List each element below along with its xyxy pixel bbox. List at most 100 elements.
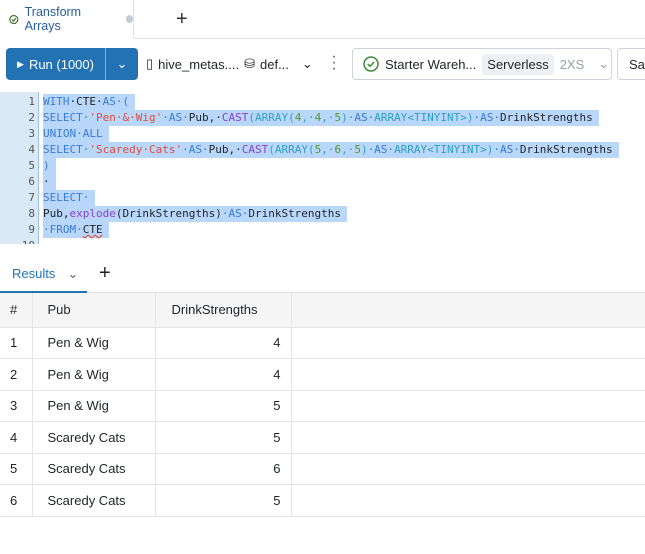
- results-table: # Pub DrinkStrengths 1 Pen & Wig 4 2 Pen & W…: [0, 293, 645, 517]
- tab-results[interactable]: Results ⌄: [0, 256, 87, 293]
- schema-name: def...: [260, 56, 289, 72]
- cell-filler: [291, 327, 645, 359]
- catalog-name: hive_metas....: [158, 56, 240, 72]
- code-token: ·: [43, 175, 50, 188]
- line-number: 3: [28, 127, 35, 140]
- column-header-drinkstrengths[interactable]: DrinkStrengths: [155, 293, 292, 328]
- check-circle-icon: [363, 56, 379, 72]
- code-token: ·FROM·: [43, 223, 83, 236]
- chevron-down-icon: ⌄: [301, 56, 313, 71]
- code-text: Pub,explode(DrinkStrengths)·AS·DrinkStre…: [43, 206, 348, 222]
- catalog-schema-selector[interactable]: ▯ hive_metas.... ⛁ def... ⌄: [146, 56, 313, 72]
- code-token: ·AS·: [473, 111, 501, 124]
- code-token: ): [43, 159, 50, 172]
- code-token: SELECT·: [43, 143, 90, 156]
- table-header-row: # Pub DrinkStrengths: [0, 293, 645, 328]
- code-text: SELECT·'Pen·&·Wig'·AS·Pub,·CAST(ARRAY(4,…: [43, 110, 599, 126]
- code-text: SELECT·: [43, 190, 96, 206]
- code-token: 'Pen·&·Wig': [89, 111, 163, 124]
- cell-drinkstrengths: 6: [155, 453, 292, 485]
- code-token: ·AS·: [182, 143, 209, 156]
- run-dropdown-button[interactable]: ⌄: [106, 56, 138, 72]
- row-index: 5: [0, 453, 33, 485]
- cell-drinkstrengths: 4: [155, 358, 292, 391]
- column-header-index[interactable]: #: [0, 293, 33, 328]
- code-token: SELECT·: [43, 111, 90, 124]
- table-row[interactable]: 3 Pen & Wig 5: [0, 390, 645, 422]
- new-tab-button[interactable]: +: [176, 8, 188, 31]
- code-token: ·AS·: [162, 111, 189, 124]
- code-token: ·CTE·: [69, 95, 103, 108]
- code-token: Pub,: [43, 207, 70, 220]
- code-token: ARRAY<TINYINT>): [374, 111, 474, 124]
- cell-pub: Scaredy Cats: [32, 421, 156, 454]
- cell-filler: [291, 484, 645, 517]
- sql-editor[interactable]: 1 WITH·CTE·AS·(2 SELECT·'Pen·&·Wig'·AS·Pub…: [0, 92, 645, 244]
- code-text: ·FROM·CTE: [43, 222, 109, 238]
- code-token: 5: [354, 143, 361, 156]
- code-token: AS: [102, 95, 116, 108]
- cell-drinkstrengths: 5: [155, 390, 292, 422]
- line-number: 6: [28, 175, 35, 188]
- code-text: ): [43, 158, 56, 174]
- code-text: WITH·CTE·AS·(: [43, 94, 136, 110]
- more-options-icon[interactable]: · · ·: [330, 49, 338, 77]
- run-button[interactable]: ▶ Run (1000): [6, 48, 106, 80]
- line-number: 8: [28, 207, 35, 220]
- results-tab-label: Results: [12, 266, 56, 281]
- cell-pub: Pen & Wig: [32, 390, 156, 422]
- code-token: CTE: [82, 223, 103, 236]
- database-icon: ⛁: [244, 56, 255, 71]
- run-label: Run (1000): [28, 56, 94, 72]
- code-token: ,·: [301, 111, 315, 124]
- save-button[interactable]: Save: [617, 48, 645, 80]
- line-number: 5: [28, 159, 35, 172]
- column-header-pub[interactable]: Pub: [32, 293, 156, 328]
- warehouse-selector[interactable]: Starter Wareh... Serverless 2XS ⌄: [352, 48, 612, 80]
- check-circle-icon: [9, 14, 19, 24]
- line-number: 9: [28, 223, 35, 236]
- table-row[interactable]: 4 Scaredy Cats 5: [0, 421, 645, 454]
- code-token: ): [341, 111, 348, 124]
- code-token: ·AS·: [367, 143, 395, 156]
- line-number: 1: [28, 95, 35, 108]
- code-token: ·(: [115, 95, 130, 108]
- tab-transform-arrays[interactable]: Transform Arrays: [0, 0, 134, 39]
- chevron-down-icon: ⌄: [116, 56, 128, 71]
- code-token: ·AS·: [221, 207, 249, 220]
- code-token: UNION·ALL: [43, 127, 103, 140]
- code-text: UNION·ALL: [43, 126, 109, 142]
- cell-drinkstrengths: 5: [155, 484, 292, 517]
- code-token: ·AS·: [347, 111, 375, 124]
- cell-filler: [291, 453, 645, 485]
- tab-title: Transform Arrays: [24, 5, 82, 33]
- code-token: (ARRAY(: [248, 111, 295, 124]
- line-number: 2: [28, 111, 35, 124]
- catalog-icon: ▯: [146, 56, 154, 71]
- code-token: ): [360, 143, 368, 156]
- column-header-filler: [291, 293, 645, 328]
- table-row[interactable]: 2 Pen & Wig 4: [0, 358, 645, 391]
- cell-filler: [291, 358, 645, 391]
- code-token: WITH: [43, 95, 70, 108]
- line-number: 10: [0, 238, 35, 244]
- table-row[interactable]: 1 Pen & Wig 4: [0, 327, 645, 359]
- run-button-group: ▶ Run (1000) ⌄: [6, 48, 138, 80]
- code-token: ·AS·: [493, 143, 520, 156]
- cell-drinkstrengths: 4: [155, 327, 292, 359]
- row-index: 1: [0, 327, 33, 359]
- results-header: Results ⌄ +: [0, 256, 645, 293]
- add-visualization-button[interactable]: +: [99, 262, 111, 285]
- row-index: 6: [0, 484, 33, 517]
- warehouse-size: 2XS: [559, 56, 585, 72]
- code-token: ,·: [321, 143, 335, 156]
- warehouse-type-badge: Serverless: [482, 53, 554, 75]
- code-token: DrinkStrengths: [500, 111, 593, 124]
- code-token: ARRAY<TINYINT>): [394, 143, 494, 156]
- cell-pub: Scaredy Cats: [32, 484, 156, 517]
- code-token: CAST: [241, 143, 269, 156]
- cell-pub: Pen & Wig: [32, 327, 156, 359]
- code-text: SELECT·'Scaredy·Cats'·AS·Pub,·CAST(ARRAY…: [43, 142, 619, 158]
- table-row[interactable]: 6 Scaredy Cats 5: [0, 484, 645, 517]
- table-row[interactable]: 5 Scaredy Cats 6: [0, 453, 645, 485]
